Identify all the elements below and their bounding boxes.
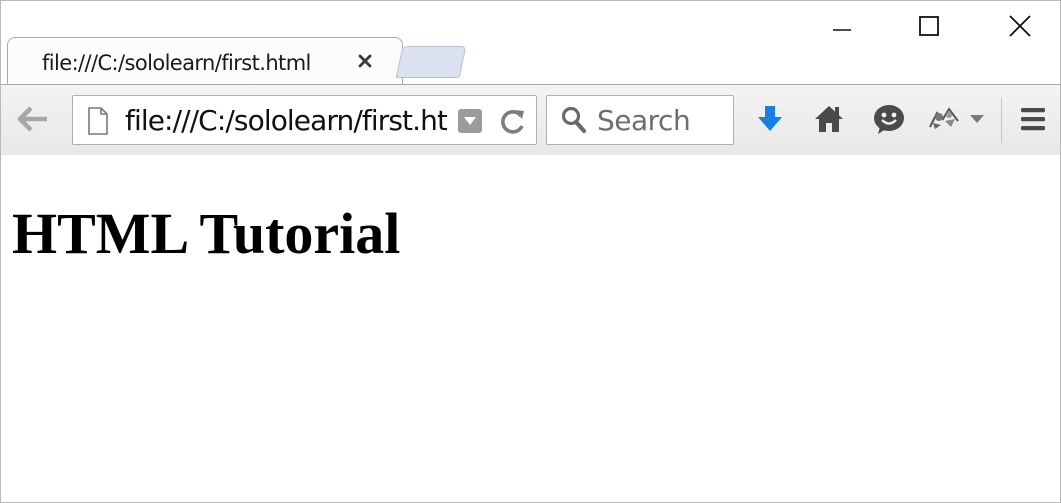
minimize-button[interactable] [813,3,871,49]
page-icon [87,107,109,140]
chat-icon [874,105,904,134]
menu-button[interactable] [1015,101,1051,137]
hamburger-menu-icon [1021,108,1045,131]
tab-close-icon[interactable] [354,50,376,72]
extension-button[interactable] [926,101,962,137]
extension-icon [929,107,959,129]
maximize-button[interactable] [900,3,958,49]
chevron-down-icon [970,115,984,123]
chat-button[interactable] [871,101,907,137]
tab-active[interactable]: file:///C:/sololearn/first.html [7,37,403,86]
maximize-icon [919,16,939,36]
address-bar[interactable]: file:///C:/sololearn/first.html [72,95,537,145]
back-button[interactable] [11,99,55,139]
dropdown-icon[interactable] [458,109,482,133]
download-icon [758,106,782,131]
browser-window: file:///C:/sololearn/first.html file:///… [0,0,1061,503]
close-button[interactable] [991,3,1049,49]
home-button[interactable] [811,101,847,137]
new-tab-button[interactable] [395,46,467,78]
back-arrow-icon [17,106,47,132]
home-icon [815,106,843,132]
extension-dropdown-button[interactable] [964,101,990,137]
search-icon [561,106,587,139]
search-input[interactable]: Search [597,107,691,135]
navigation-toolbar: file:///C:/sololearn/first.html Search [1,84,1060,156]
close-icon [1009,15,1031,37]
toolbar-divider [1001,97,1002,143]
download-button[interactable] [752,101,788,137]
page-content: HTML Tutorial [1,155,1060,502]
page-heading: HTML Tutorial [12,201,401,266]
title-bar: file:///C:/sololearn/first.html [1,1,1060,86]
search-bar[interactable]: Search [546,95,734,145]
tab-title: file:///C:/sololearn/first.html [42,51,311,75]
reload-icon[interactable] [499,107,527,140]
minimize-icon [833,29,851,31]
url-text[interactable]: file:///C:/sololearn/first.html [125,107,447,135]
